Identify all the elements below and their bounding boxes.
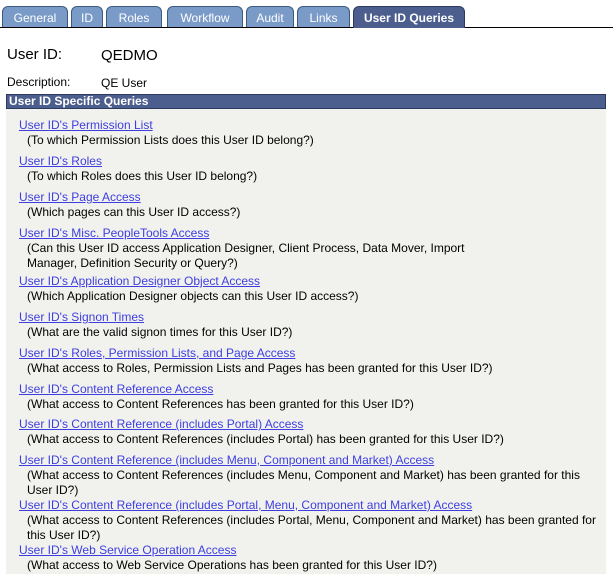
query-item: User ID's Roles (To which Roles does thi… <box>19 154 604 184</box>
query-description: (What are the valid signon times for thi… <box>27 325 293 339</box>
query-link-page-access[interactable]: User ID's Page Access <box>19 190 604 205</box>
user-id-value: QEDMO <box>101 47 158 64</box>
query-description: (What access to Web Service Operations h… <box>27 558 437 572</box>
query-item: User ID's Permission List (To which Perm… <box>19 118 604 148</box>
query-item: User ID's Roles, Permission Lists, and P… <box>19 346 604 376</box>
query-description: (Which pages can this User ID access?) <box>27 205 241 219</box>
query-link-content-reference-portal-menu-component-market-access[interactable]: User ID's Content Reference (includes Po… <box>19 498 599 513</box>
query-item: User ID's Misc. PeopleTools Access (Can … <box>19 226 489 271</box>
query-item: User ID's Content Reference (includes Po… <box>19 417 604 447</box>
query-link-content-reference-access[interactable]: User ID's Content Reference Access <box>19 382 604 397</box>
query-link-roles-permission-lists-page-access[interactable]: User ID's Roles, Permission Lists, and P… <box>19 346 604 361</box>
tab-general[interactable]: General <box>2 6 68 27</box>
query-link-misc-peopletools-access[interactable]: User ID's Misc. PeopleTools Access <box>19 226 489 241</box>
tab-bar: General ID Roles Workflow Audit Links Us… <box>0 6 613 28</box>
query-link-app-designer-object-access[interactable]: User ID's Application Designer Object Ac… <box>19 274 604 289</box>
tab-roles[interactable]: Roles <box>106 6 162 27</box>
tab-user-id-queries[interactable]: User ID Queries <box>353 6 465 28</box>
query-item: User ID's Web Service Operation Access (… <box>19 543 604 573</box>
tab-links[interactable]: Links <box>297 6 350 27</box>
query-item: User ID's Page Access (Which pages can t… <box>19 190 604 220</box>
query-description: (Which Application Designer objects can … <box>27 289 359 303</box>
user-id-label: User ID: <box>7 46 63 63</box>
tab-audit[interactable]: Audit <box>246 6 294 27</box>
query-description: (What access to Content References (incl… <box>27 432 504 446</box>
query-description: (What access to Roles, Permission Lists … <box>27 361 493 375</box>
query-item: User ID's Content Reference Access (What… <box>19 382 604 412</box>
query-link-signon-times[interactable]: User ID's Signon Times <box>19 310 604 325</box>
query-item: User ID's Content Reference (includes Me… <box>19 453 599 498</box>
description-label: Description: <box>7 75 71 89</box>
section-header: User ID Specific Queries <box>6 94 606 109</box>
query-description: (Can this User ID access Application Des… <box>27 241 465 270</box>
description-value: QE User <box>101 76 148 90</box>
query-description: (What access to Content References (incl… <box>27 513 596 542</box>
query-link-roles[interactable]: User ID's Roles <box>19 154 604 169</box>
query-description: (To which Permission Lists does this Use… <box>27 133 314 147</box>
tab-workflow[interactable]: Workflow <box>167 6 243 27</box>
query-description: (To which Roles does this User ID belong… <box>27 169 258 183</box>
query-item: User ID's Signon Times (What are the val… <box>19 310 604 340</box>
query-link-content-reference-portal-access[interactable]: User ID's Content Reference (includes Po… <box>19 417 604 432</box>
queries-panel: User ID's Permission List (To which Perm… <box>6 109 606 574</box>
query-item: User ID's Content Reference (includes Po… <box>19 498 599 543</box>
tab-baseline <box>0 27 613 28</box>
query-description: (What access to Content References has b… <box>27 397 414 411</box>
query-link-web-service-operation-access[interactable]: User ID's Web Service Operation Access <box>19 543 604 558</box>
tab-id[interactable]: ID <box>71 6 103 27</box>
query-description: (What access to Content References (incl… <box>27 468 580 497</box>
query-item: User ID's Application Designer Object Ac… <box>19 274 604 304</box>
query-link-content-reference-menu-component-market-access[interactable]: User ID's Content Reference (includes Me… <box>19 453 599 468</box>
query-link-permission-list[interactable]: User ID's Permission List <box>19 118 604 133</box>
